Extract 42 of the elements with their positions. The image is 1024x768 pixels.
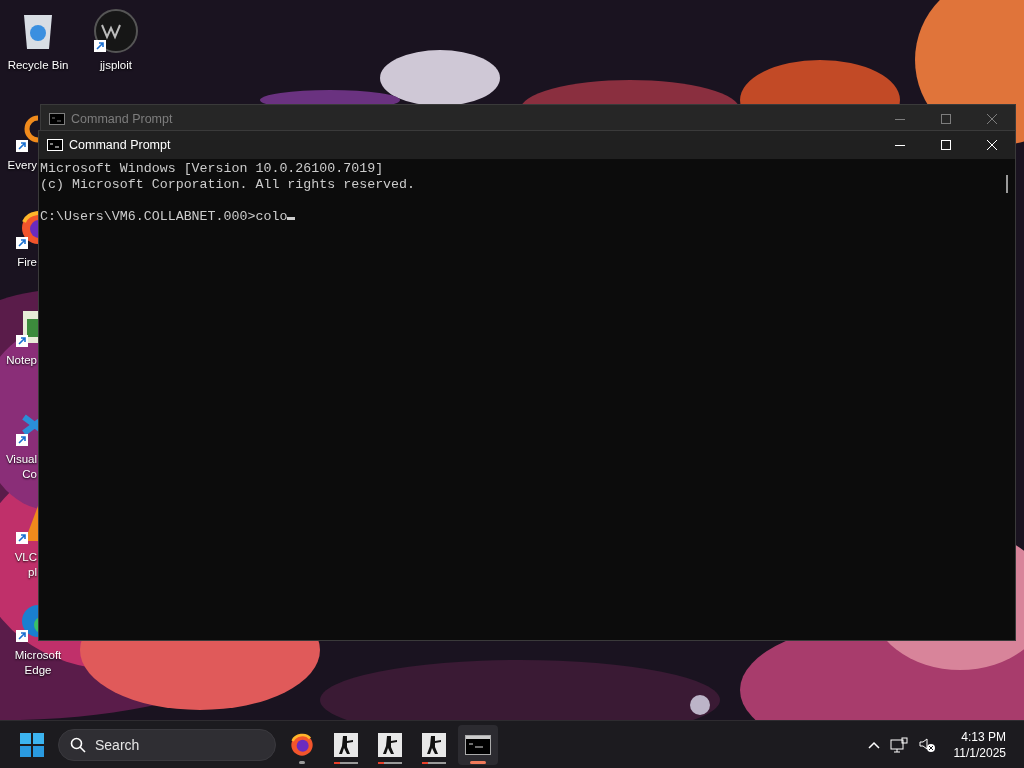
icon-label: Notep: [6, 353, 37, 368]
icon-label: Visual: [5, 452, 37, 467]
icon-label: Fire: [17, 255, 37, 270]
console-icon: [47, 139, 63, 151]
console-icon: [465, 734, 491, 755]
icon-label: Recycle Bin: [7, 58, 69, 73]
network-icon[interactable]: [889, 736, 908, 753]
running-indicator: [470, 760, 486, 764]
window-title: Command Prompt: [71, 112, 174, 126]
icon-label: VLC: [14, 550, 37, 565]
search-icon: [70, 736, 86, 753]
start-button[interactable]: [20, 732, 44, 757]
emblem-app-icon[interactable]: [94, 9, 138, 53]
console-prompt-line: C:\Users\VM6.COLLABNET.000>colo: [40, 209, 288, 224]
console-icon: [49, 113, 65, 125]
maximize-icon: [941, 140, 951, 150]
firefox-icon: [290, 732, 314, 757]
close-icon: [987, 114, 997, 124]
close-icon: [987, 140, 997, 150]
console-line: (c) Microsoft Corporation. All rights reserved.: [40, 177, 417, 193]
clock[interactable]: 4:13 PM 11/1/2025: [953, 728, 1006, 761]
icon-label: Co: [22, 467, 37, 482]
icon-label: pl: [28, 565, 37, 580]
clock-time: 4:13 PM: [961, 728, 1006, 745]
icon-label: Every: [7, 158, 37, 173]
clock-date: 11/1/2025: [953, 744, 1006, 761]
console-line: Microsoft Windows [Version 10.0.26100.7019]: [40, 161, 385, 177]
speaker-muted-icon[interactable]: [917, 736, 936, 753]
soldier-icon: [378, 732, 402, 757]
console-taskbar-button[interactable]: [458, 724, 498, 765]
chevron-up-icon[interactable]: [867, 740, 880, 749]
text-cursor: [287, 217, 296, 220]
soldier-icon: [334, 732, 358, 757]
running-indicator: [299, 760, 305, 764]
icon-label: jjsploit: [100, 58, 132, 73]
icon-label: Microsoft: [14, 648, 62, 663]
window-title: Command Prompt: [69, 138, 172, 152]
icon-label: Edge: [24, 663, 52, 678]
maximize-icon: [941, 114, 951, 124]
soldier-icon: [422, 732, 446, 757]
scrollbar-thumb[interactable]: [1006, 175, 1008, 193]
search-field[interactable]: Search: [58, 728, 276, 761]
